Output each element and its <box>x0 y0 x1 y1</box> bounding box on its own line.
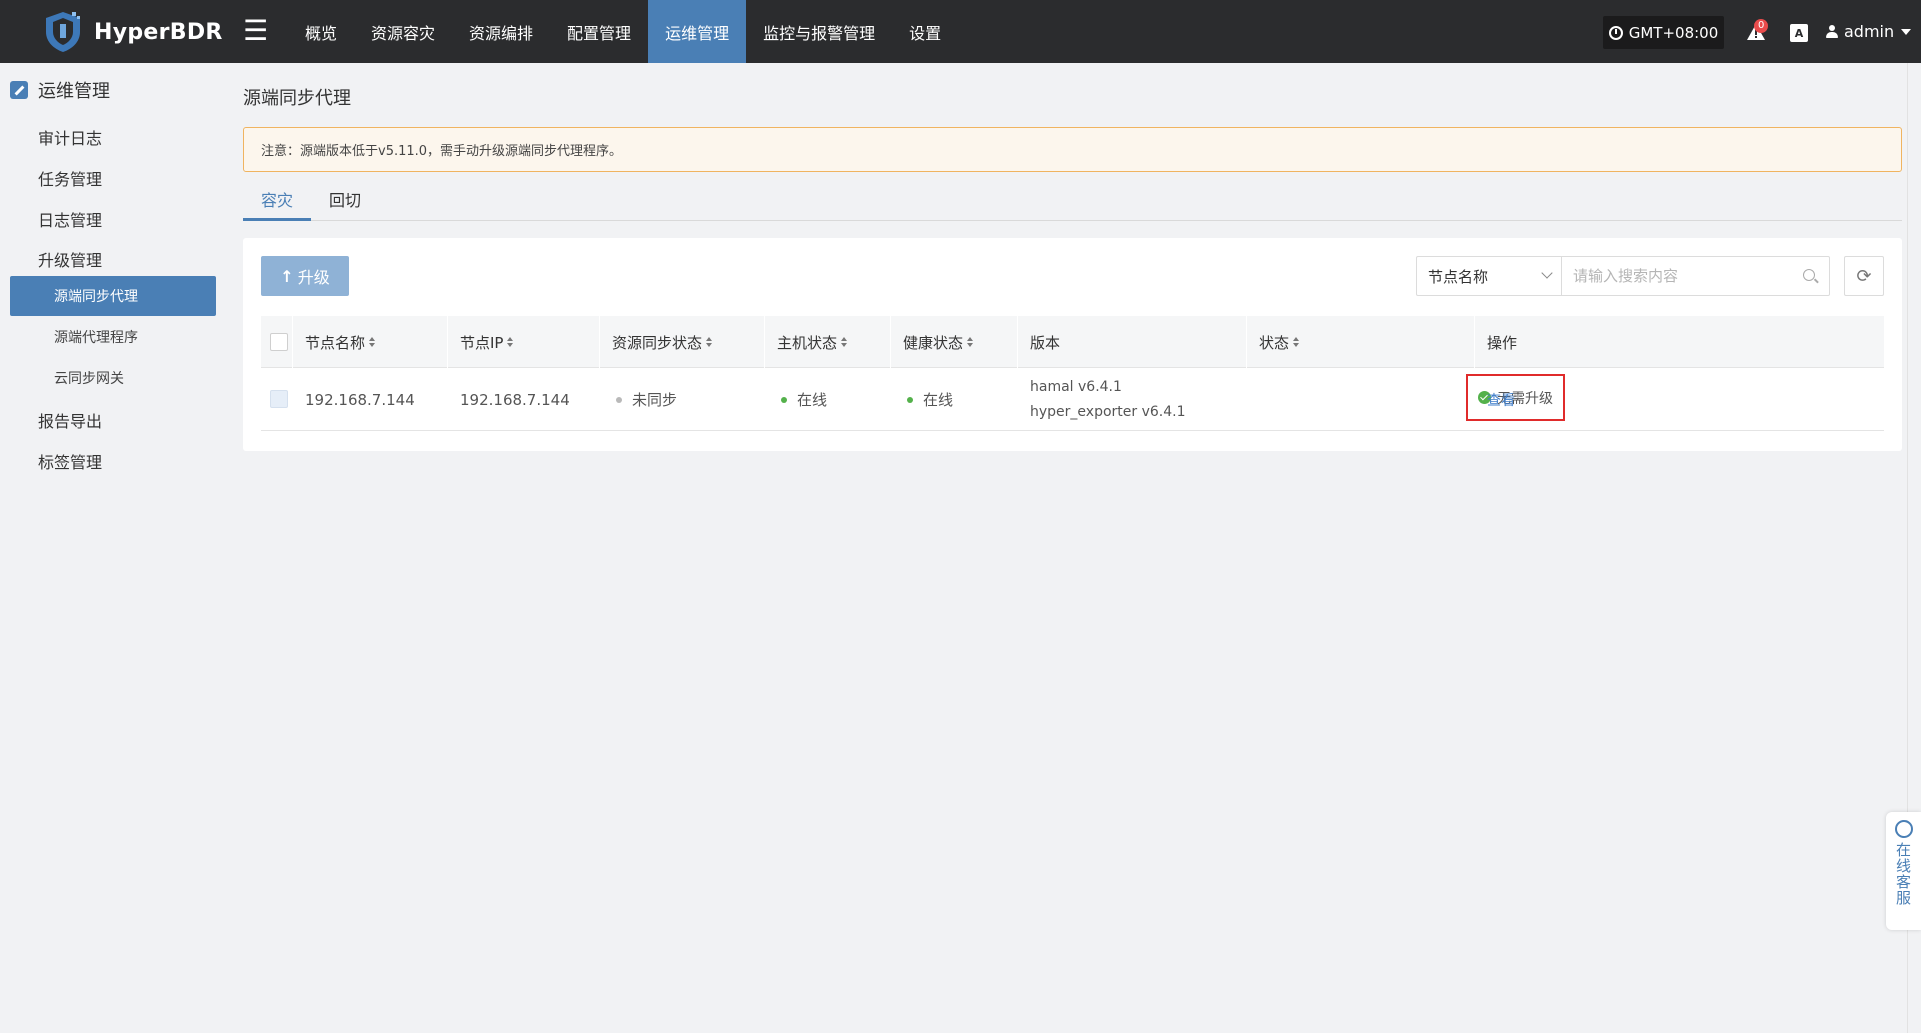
online-service-button[interactable]: 在线客服 <box>1886 812 1921 930</box>
sidebar-item-upgrade-management[interactable]: 升级管理 <box>38 247 102 271</box>
sidebar-section-title: 运维管理 <box>10 77 110 103</box>
agent-list-card: ↑ 升级 节点名称 ⟳ 节点名称 节点IP 资源同步状态 主机状态 健康状态 版… <box>243 238 1902 451</box>
view-link[interactable]: 查看 <box>1487 390 1515 410</box>
select-all-checkbox[interactable] <box>270 333 288 351</box>
column-header-node-name[interactable]: 节点名称 <box>305 316 376 368</box>
online-service-label: 在线客服 <box>1894 842 1912 906</box>
column-header-version: 版本 <box>1030 333 1061 352</box>
cell-sync-status: 未同步 <box>616 368 677 431</box>
cell-version: hamal v6.4.1 hyper_exporter v6.4.1 <box>1030 368 1186 431</box>
top-navbar: HyperBDR ☰ 概览 资源容灾 资源编排 配置管理 运维管理 监控与报警管… <box>0 0 1921 63</box>
cell-health-status: 在线 <box>907 368 953 431</box>
nav-overview[interactable]: 概览 <box>288 0 354 63</box>
table-header: 节点名称 节点IP 资源同步状态 主机状态 健康状态 版本 状态 操作 <box>261 316 1884 368</box>
cell-host-status: 在线 <box>781 368 827 431</box>
column-header-health-status[interactable]: 健康状态 <box>903 316 974 368</box>
refresh-button[interactable]: ⟳ <box>1844 256 1884 296</box>
app-name: HyperBDR <box>94 19 223 45</box>
version-exporter: hyper_exporter v6.4.1 <box>1030 403 1186 420</box>
nav-resource-dr[interactable]: 资源容灾 <box>354 0 452 63</box>
tab-disaster-recovery[interactable]: 容灾 <box>243 186 311 221</box>
search-icon[interactable] <box>1803 269 1815 281</box>
timezone-label: GMT+08:00 <box>1628 23 1719 42</box>
search-box <box>1562 256 1830 296</box>
sort-icon <box>369 337 376 347</box>
sort-icon <box>841 337 848 347</box>
status-dot-icon <box>781 396 787 403</box>
hamburger-icon[interactable]: ☰ <box>243 16 268 46</box>
nav-orchestration[interactable]: 资源编排 <box>452 0 550 63</box>
cell-action: 查看 <box>1487 368 1515 431</box>
username: admin <box>1844 22 1895 41</box>
column-header-action: 操作 <box>1487 333 1518 352</box>
clock-icon <box>1608 25 1623 40</box>
tab-failback[interactable]: 回切 <box>311 186 379 221</box>
status-dot-icon <box>907 396 913 403</box>
chevron-down-icon <box>1541 267 1553 279</box>
sort-icon <box>706 337 713 347</box>
sort-icon <box>507 337 514 347</box>
wrench-icon <box>10 81 28 99</box>
search-input[interactable] <box>1562 257 1782 295</box>
tab-bar: 容灾 回切 <box>243 186 1902 221</box>
table-row: 192.168.7.144 192.168.7.144 未同步 在线 在线 ha… <box>261 368 1884 431</box>
nav-operations[interactable]: 运维管理 <box>648 0 747 63</box>
language-icon[interactable]: A <box>1790 24 1808 42</box>
upgrade-button[interactable]: ↑ 升级 <box>261 256 349 296</box>
nav-settings[interactable]: 设置 <box>892 0 958 63</box>
arrow-up-icon: ↑ <box>280 266 294 286</box>
sidebar-item-task-management[interactable]: 任务管理 <box>38 166 102 190</box>
sidebar-item-cloud-sync-gateway[interactable]: 云同步网关 <box>10 358 216 398</box>
page-title: 源端同步代理 <box>243 88 351 109</box>
caret-down-icon <box>1901 28 1912 35</box>
agent-table: 节点名称 节点IP 资源同步状态 主机状态 健康状态 版本 状态 操作 192.… <box>261 316 1884 431</box>
shield-logo-icon <box>46 12 80 52</box>
timezone-display[interactable]: GMT+08:00 <box>1603 16 1724 49</box>
sidebar: 运维管理 审计日志 任务管理 日志管理 升级管理 源端同步代理 源端代理程序 云… <box>0 63 227 1033</box>
refresh-icon: ⟳ <box>1856 265 1872 287</box>
table-body: 192.168.7.144 192.168.7.144 未同步 在线 在线 ha… <box>261 368 1884 431</box>
alert-count-badge: 0 <box>1754 19 1769 33</box>
user-menu[interactable]: admin <box>1826 22 1912 41</box>
version-hamal: hamal v6.4.1 <box>1030 378 1122 395</box>
row-checkbox[interactable] <box>270 390 288 408</box>
headset-icon <box>1894 820 1913 838</box>
app-logo[interactable]: HyperBDR <box>42 10 223 54</box>
column-header-host-status[interactable]: 主机状态 <box>777 316 848 368</box>
search-field-select[interactable]: 节点名称 <box>1416 256 1562 296</box>
cell-upgrade-status: 无需升级 <box>1466 374 1565 421</box>
nav-monitoring[interactable]: 监控与报警管理 <box>746 0 892 63</box>
upgrade-notice: 注意：源端版本低于v5.11.0，需手动升级源端同步代理程序。 <box>243 127 1902 172</box>
column-header-node-ip[interactable]: 节点IP <box>460 316 514 368</box>
status-dot-icon <box>616 396 622 403</box>
nav-config[interactable]: 配置管理 <box>550 0 648 63</box>
sort-icon <box>967 337 974 347</box>
column-header-status[interactable]: 状态 <box>1259 316 1300 368</box>
column-header-sync-status[interactable]: 资源同步状态 <box>612 316 713 368</box>
user-icon <box>1826 24 1838 39</box>
sidebar-item-log-management[interactable]: 日志管理 <box>38 207 102 231</box>
sidebar-item-tag-management[interactable]: 标签管理 <box>38 449 102 473</box>
sidebar-item-audit-log[interactable]: 审计日志 <box>38 125 102 149</box>
sidebar-item-source-sync-agent[interactable]: 源端同步代理 <box>10 276 216 316</box>
sidebar-item-report-export[interactable]: 报告导出 <box>38 408 102 432</box>
sort-icon <box>1293 337 1300 347</box>
cell-node-ip: 192.168.7.144 <box>460 390 570 409</box>
main-nav: 概览 资源容灾 资源编排 配置管理 运维管理 监控与报警管理 设置 <box>288 0 958 63</box>
cell-node-name: 192.168.7.144 <box>305 390 415 409</box>
sidebar-item-source-agent-program[interactable]: 源端代理程序 <box>10 317 216 357</box>
